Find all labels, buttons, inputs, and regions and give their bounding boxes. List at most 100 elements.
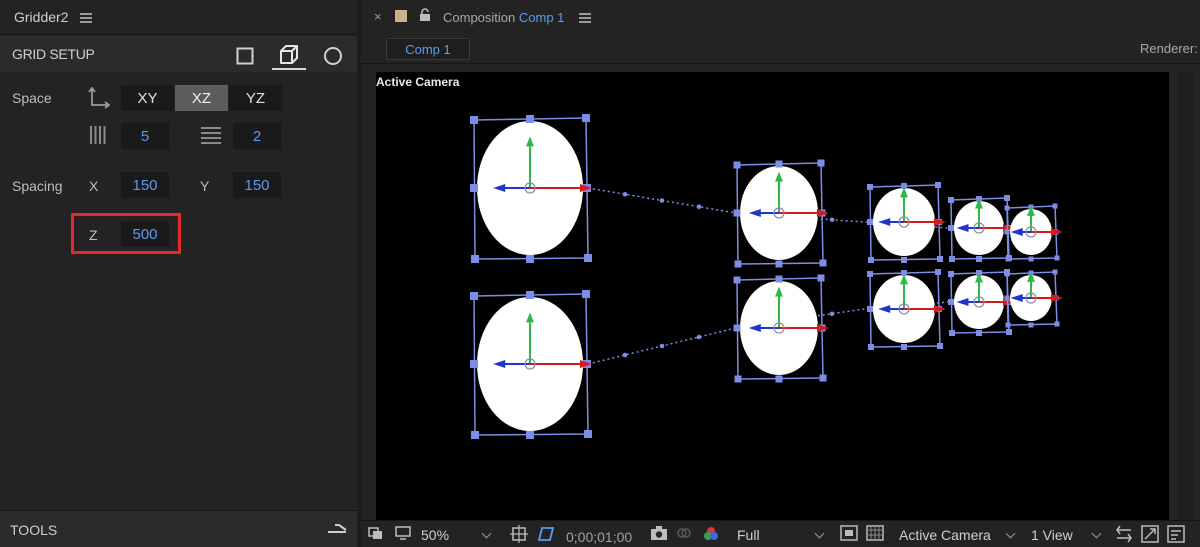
layer-handle xyxy=(819,374,827,382)
x-axis-arrowhead xyxy=(1051,228,1063,236)
composition-tab-title: Composition Comp 1 xyxy=(443,10,564,25)
layer-handle xyxy=(867,271,873,277)
mask-path-icon[interactable] xyxy=(536,525,556,545)
spacing-x-label: X xyxy=(89,178,99,194)
camera-dropdown[interactable]: Active Camera xyxy=(899,525,1016,545)
axis-icon xyxy=(88,87,110,109)
layer-handle xyxy=(867,219,873,225)
panel-menu-icon[interactable] xyxy=(80,13,92,23)
tab-prefix: Composition xyxy=(443,10,516,25)
layer-handle xyxy=(584,254,592,262)
path-keyframe-dot xyxy=(622,352,628,358)
layer-handle xyxy=(1006,329,1012,335)
views-dropdown[interactable]: 1 View xyxy=(1031,525,1102,545)
z-spacing-highlight xyxy=(71,213,181,254)
viewer-toolbar: 50% 0;00;01;00 Full Active Camera 1 View xyxy=(361,520,1200,547)
layer-handle xyxy=(734,260,742,268)
camera-chevron-icon xyxy=(1005,528,1016,538)
layer-handle xyxy=(1028,256,1034,262)
layer-handle xyxy=(526,431,534,439)
vertical-scrollbar[interactable] xyxy=(1177,72,1193,520)
spacing-x-input[interactable]: 150 xyxy=(121,172,169,198)
comp-color-swatch xyxy=(395,10,407,22)
columns-input[interactable]: 5 xyxy=(121,123,169,149)
layer-handle xyxy=(733,209,741,217)
layer-handle xyxy=(526,115,534,123)
panel-title: Gridder2 xyxy=(14,9,69,25)
composition-menu-icon[interactable] xyxy=(579,13,591,23)
collapse-arrow-icon[interactable] xyxy=(327,523,347,535)
space-xz-button[interactable]: XZ xyxy=(175,85,228,111)
grid-guides-icon[interactable] xyxy=(510,525,528,545)
timeline-icon[interactable] xyxy=(1167,525,1185,545)
path-keyframe-dot xyxy=(829,217,835,223)
lock-icon[interactable] xyxy=(419,8,431,22)
layer-handle xyxy=(935,182,941,188)
layer-handle xyxy=(976,330,982,336)
layer-handle xyxy=(1005,322,1011,328)
timecode[interactable]: 0;00;01;00 xyxy=(566,527,632,547)
layer-handle xyxy=(1004,205,1010,211)
layer-handle xyxy=(867,306,873,312)
layer-handle xyxy=(582,290,590,298)
layer-handle xyxy=(775,275,783,283)
cube-mode-icon xyxy=(280,45,298,64)
comp-name: Comp 1 xyxy=(518,10,565,25)
rows-icon xyxy=(201,127,221,144)
layer-handle xyxy=(470,184,478,192)
x-axis-arrowhead xyxy=(1051,294,1063,302)
rows-input[interactable]: 2 xyxy=(233,123,281,149)
resolution-chevron-icon xyxy=(814,528,825,538)
space-xy-button[interactable]: XY xyxy=(121,85,174,111)
layer-handle xyxy=(733,324,741,332)
region-of-interest-icon[interactable] xyxy=(840,525,858,545)
circle-mode-icon xyxy=(324,47,342,65)
layer-handle xyxy=(526,255,534,263)
composition-viewer[interactable]: Active Camera xyxy=(376,72,1169,520)
always-preview-icon[interactable] xyxy=(368,525,384,545)
views-chevron-icon xyxy=(1091,528,1102,538)
layer-handle xyxy=(1028,322,1034,328)
square-mode-button[interactable] xyxy=(228,42,262,70)
show-snapshot-icon[interactable] xyxy=(676,525,692,545)
layer-handle xyxy=(867,184,873,190)
layer-handle xyxy=(470,292,478,300)
close-tab-icon[interactable]: × xyxy=(374,9,382,24)
resolution-dropdown[interactable]: Full xyxy=(737,525,825,545)
path-keyframe-dot xyxy=(696,204,702,210)
snapshot-camera-icon[interactable] xyxy=(650,525,668,545)
space-label: Space xyxy=(12,90,52,106)
views-value: 1 View xyxy=(1031,527,1073,543)
channel-rgb-icon[interactable] xyxy=(702,525,720,545)
transparency-grid-icon[interactable] xyxy=(866,525,884,545)
circle-mode-button[interactable] xyxy=(316,42,350,70)
layer-handle xyxy=(470,360,478,368)
layer-handle xyxy=(471,255,479,263)
grid-setup-body: Space XY XZ YZ 5 2 Spacing X 150 Y 150 Z… xyxy=(0,72,357,510)
layer-handle xyxy=(901,344,907,350)
layer-handle xyxy=(868,257,874,263)
composition-tab[interactable]: × Composition Comp 1 xyxy=(361,0,1200,35)
cube-mode-button[interactable] xyxy=(272,42,306,70)
monitor-icon[interactable] xyxy=(395,525,411,545)
layer-handle xyxy=(775,260,783,268)
renderer-label[interactable]: Renderer: xyxy=(1140,41,1198,56)
layer-handle xyxy=(526,291,534,299)
space-yz-button[interactable]: YZ xyxy=(229,85,282,111)
spacing-y-input[interactable]: 150 xyxy=(233,172,281,198)
tools-section[interactable]: TOOLS xyxy=(0,510,357,547)
path-keyframe-dot xyxy=(829,311,835,317)
fast-previews-icon[interactable] xyxy=(1141,525,1159,545)
toggle-pixel-aspect-icon[interactable] xyxy=(1115,525,1133,545)
layer-handle xyxy=(949,330,955,336)
comp-1-button[interactable]: Comp 1 xyxy=(386,38,470,60)
layer-handle xyxy=(1054,255,1060,261)
camera-value: Active Camera xyxy=(899,527,991,543)
viewer-area: Active Camera xyxy=(361,64,1200,520)
zoom-dropdown[interactable]: 50% xyxy=(421,525,492,545)
panel-tab: Gridder2 xyxy=(0,0,357,35)
layer-handle xyxy=(976,256,982,262)
layer-handle xyxy=(949,256,955,262)
square-mode-icon xyxy=(236,47,254,65)
resolution-value: Full xyxy=(737,527,760,543)
